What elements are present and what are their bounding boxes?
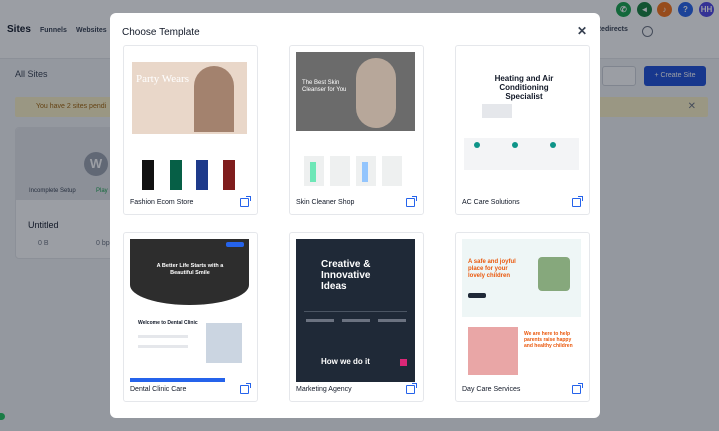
template-card-dental[interactable]: A Better Life Starts with a Beautiful Sm… — [123, 232, 258, 402]
template-hero-text: A Better Life Starts with a Beautiful Sm… — [156, 263, 224, 276]
template-thumbnail: A safe and joyful place for your lovely … — [462, 239, 581, 382]
template-thumbnail: Heating and Air Conditioning Specialist — [462, 52, 581, 195]
template-thumbnail: Creative & Innovative Ideas How we do it — [296, 239, 415, 382]
external-link-icon[interactable] — [572, 196, 583, 207]
external-link-icon[interactable] — [240, 383, 251, 394]
template-name: AC Care Solutions — [462, 199, 520, 206]
template-name: Dental Clinic Care — [130, 386, 187, 393]
template-hero-text: Creative & Innovative Ideas — [321, 259, 371, 292]
template-card-daycare[interactable]: A safe and joyful place for your lovely … — [455, 232, 590, 402]
template-hero-text: The Best Skin Cleanser for You — [302, 80, 347, 93]
close-icon[interactable]: ✕ — [577, 24, 587, 38]
external-link-icon[interactable] — [240, 196, 251, 207]
template-card-fashion[interactable]: Party Wears Fashion Ecom Store — [123, 45, 258, 215]
template-hero-text: Heating and Air Conditioning Specialist — [494, 74, 554, 101]
template-card-marketing[interactable]: Creative & Innovative Ideas How we do it… — [289, 232, 424, 402]
template-hero-text: A safe and joyful place for your lovely … — [468, 259, 516, 279]
template-name: Skin Cleaner Shop — [296, 199, 355, 206]
template-sub-text: Welcome to Dental Clinic — [138, 320, 198, 326]
external-link-icon[interactable] — [572, 383, 583, 394]
template-thumbnail: The Best Skin Cleanser for You — [296, 52, 415, 195]
template-thumbnail: Party Wears — [130, 52, 249, 195]
template-sub-text: We are here to help parents raise happy … — [524, 331, 573, 349]
external-link-icon[interactable] — [406, 383, 417, 394]
template-card-skin[interactable]: The Best Skin Cleanser for You Skin Clea… — [289, 45, 424, 215]
template-hero-text: Party Wears — [136, 73, 189, 85]
modal-title: Choose Template — [122, 27, 200, 38]
template-sub-text: How we do it — [321, 357, 370, 366]
external-link-icon[interactable] — [406, 196, 417, 207]
template-name: Day Care Services — [462, 386, 521, 393]
template-thumbnail: A Better Life Starts with a Beautiful Sm… — [130, 239, 249, 382]
template-name: Fashion Ecom Store — [130, 199, 194, 206]
choose-template-modal: Choose Template ✕ Party Wears Fashion Ec… — [110, 13, 600, 418]
template-name: Marketing Agency — [296, 386, 352, 393]
template-card-ac[interactable]: Heating and Air Conditioning Specialist … — [455, 45, 590, 215]
